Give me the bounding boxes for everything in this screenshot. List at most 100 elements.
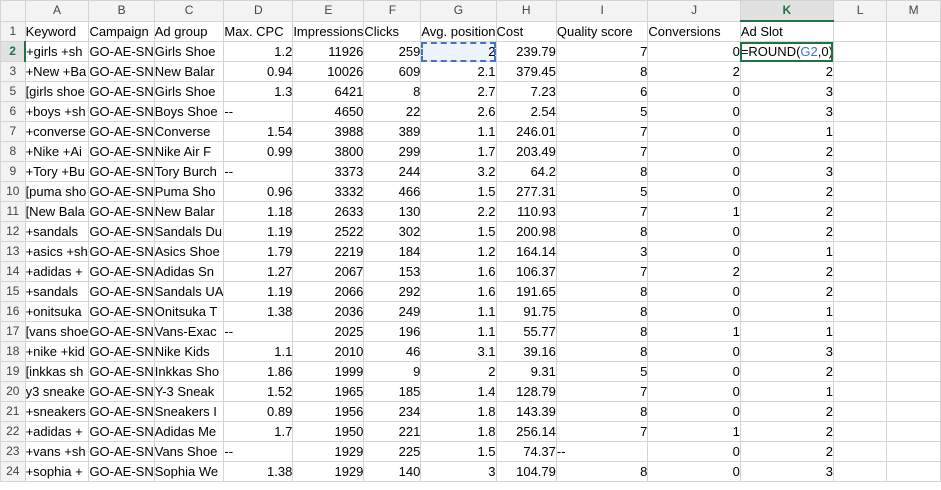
cell-e9[interactable]: 3373 — [292, 161, 365, 182]
cell-f21[interactable]: 234 — [363, 401, 422, 422]
cell-g6[interactable]: 2.6 — [420, 101, 497, 122]
cell-m24[interactable] — [886, 461, 941, 482]
cell-h22[interactable]: 256.14 — [495, 421, 557, 442]
cell-k17[interactable]: 1 — [739, 321, 834, 342]
cell-m16[interactable] — [886, 301, 941, 322]
cell-g17[interactable]: 1.1 — [420, 321, 497, 342]
column-header-l[interactable]: L — [832, 0, 888, 22]
cell-a7[interactable]: +converse — [24, 121, 90, 142]
cell-m9[interactable] — [886, 161, 941, 182]
cell-f10[interactable]: 466 — [363, 181, 422, 202]
cell-l7[interactable] — [832, 121, 888, 142]
cell-f13[interactable]: 184 — [363, 241, 422, 262]
cell-l21[interactable] — [832, 401, 888, 422]
cell-a17[interactable]: [vans shoe — [24, 321, 90, 342]
cell-b6[interactable]: GO-AE-SN — [88, 101, 155, 122]
cell-g1[interactable]: Avg. position — [420, 20, 497, 42]
cell-i23[interactable]: -- — [555, 441, 649, 462]
cell-l5[interactable] — [832, 81, 888, 102]
cell-g23[interactable]: 1.5 — [420, 441, 497, 462]
cell-k10[interactable]: 2 — [739, 181, 834, 202]
cell-c21[interactable]: Sneakers I — [153, 401, 225, 422]
cell-l23[interactable] — [832, 441, 888, 462]
column-header-k[interactable]: K — [739, 0, 834, 22]
cell-d7[interactable]: 1.54 — [223, 121, 294, 142]
cell-i3[interactable]: 8 — [555, 61, 649, 82]
cell-c6[interactable]: Boys Shoe — [153, 101, 225, 122]
cell-g8[interactable]: 1.7 — [420, 141, 497, 162]
cell-e3[interactable]: 10026 — [292, 61, 365, 82]
cell-k13[interactable]: 1 — [739, 241, 834, 262]
cell-k9[interactable]: 3 — [739, 161, 834, 182]
cell-k24[interactable]: 3 — [739, 461, 834, 482]
row-header-18[interactable]: 18 — [0, 341, 26, 362]
cell-l10[interactable] — [832, 181, 888, 202]
row-header-20[interactable]: 20 — [0, 381, 26, 402]
column-header-m[interactable]: M — [886, 0, 941, 22]
cell-g19[interactable]: 2 — [420, 361, 497, 382]
cell-d15[interactable]: 1.19 — [223, 281, 294, 302]
cell-f5[interactable]: 8 — [363, 81, 422, 102]
cell-j9[interactable]: 0 — [647, 161, 741, 182]
cell-f20[interactable]: 185 — [363, 381, 422, 402]
cell-h19[interactable]: 9.31 — [495, 361, 557, 382]
cell-d23[interactable]: -- — [223, 441, 294, 462]
select-all-corner[interactable] — [0, 0, 26, 22]
cell-c1[interactable]: Ad group — [153, 20, 225, 42]
cell-f11[interactable]: 130 — [363, 201, 422, 222]
cell-b15[interactable]: GO-AE-SN — [88, 281, 155, 302]
cell-f2[interactable]: 259 — [363, 41, 422, 62]
cell-b20[interactable]: GO-AE-SN — [88, 381, 155, 402]
cell-f16[interactable]: 249 — [363, 301, 422, 322]
cell-m14[interactable] — [886, 261, 941, 282]
cell-k23[interactable]: 2 — [739, 441, 834, 462]
cell-g11[interactable]: 2.2 — [420, 201, 497, 222]
cell-c24[interactable]: Sophia We — [153, 461, 225, 482]
cell-a15[interactable]: +sandals — [24, 281, 90, 302]
cell-g7[interactable]: 1.1 — [420, 121, 497, 142]
cell-i17[interactable]: 8 — [555, 321, 649, 342]
column-header-i[interactable]: I — [555, 0, 649, 22]
cell-f14[interactable]: 153 — [363, 261, 422, 282]
cell-d10[interactable]: 0.96 — [223, 181, 294, 202]
cell-e5[interactable]: 6421 — [292, 81, 365, 102]
cell-m12[interactable] — [886, 221, 941, 242]
cell-b9[interactable]: GO-AE-SN — [88, 161, 155, 182]
cell-m1[interactable] — [886, 20, 941, 42]
cell-a9[interactable]: +Tory +Bu — [24, 161, 90, 182]
cell-i12[interactable]: 8 — [555, 221, 649, 242]
cell-d22[interactable]: 1.7 — [223, 421, 294, 442]
cell-k7[interactable]: 1 — [739, 121, 834, 142]
row-header-12[interactable]: 12 — [0, 221, 26, 242]
cell-h17[interactable]: 55.77 — [495, 321, 557, 342]
cell-e14[interactable]: 2067 — [292, 261, 365, 282]
cell-f3[interactable]: 609 — [363, 61, 422, 82]
cell-h3[interactable]: 379.45 — [495, 61, 557, 82]
cell-a11[interactable]: [New Bala — [24, 201, 90, 222]
cell-b3[interactable]: GO-AE-SN — [88, 61, 155, 82]
cell-j16[interactable]: 0 — [647, 301, 741, 322]
cell-a22[interactable]: +adidas + — [24, 421, 90, 442]
cell-h20[interactable]: 128.79 — [495, 381, 557, 402]
cell-b12[interactable]: GO-AE-SN — [88, 221, 155, 242]
cell-j1[interactable]: Conversions — [647, 20, 741, 42]
cell-e13[interactable]: 2219 — [292, 241, 365, 262]
cell-g21[interactable]: 1.8 — [420, 401, 497, 422]
cell-i24[interactable]: 8 — [555, 461, 649, 482]
cell-h18[interactable]: 39.16 — [495, 341, 557, 362]
cell-d12[interactable]: 1.19 — [223, 221, 294, 242]
cell-a21[interactable]: +sneakers — [24, 401, 90, 422]
cell-k14[interactable]: 2 — [739, 261, 834, 282]
cell-g13[interactable]: 1.2 — [420, 241, 497, 262]
row-header-15[interactable]: 15 — [0, 281, 26, 302]
cell-c20[interactable]: Y-3 Sneak — [153, 381, 225, 402]
cell-b16[interactable]: GO-AE-SN — [88, 301, 155, 322]
cell-d1[interactable]: Max. CPC — [223, 20, 294, 42]
row-header-14[interactable]: 14 — [0, 261, 26, 282]
cell-l12[interactable] — [832, 221, 888, 242]
cell-j12[interactable]: 0 — [647, 221, 741, 242]
cell-a10[interactable]: [puma sho — [24, 181, 90, 202]
cell-e21[interactable]: 1956 — [292, 401, 365, 422]
column-header-h[interactable]: H — [495, 0, 557, 22]
cell-e24[interactable]: 1929 — [292, 461, 365, 482]
